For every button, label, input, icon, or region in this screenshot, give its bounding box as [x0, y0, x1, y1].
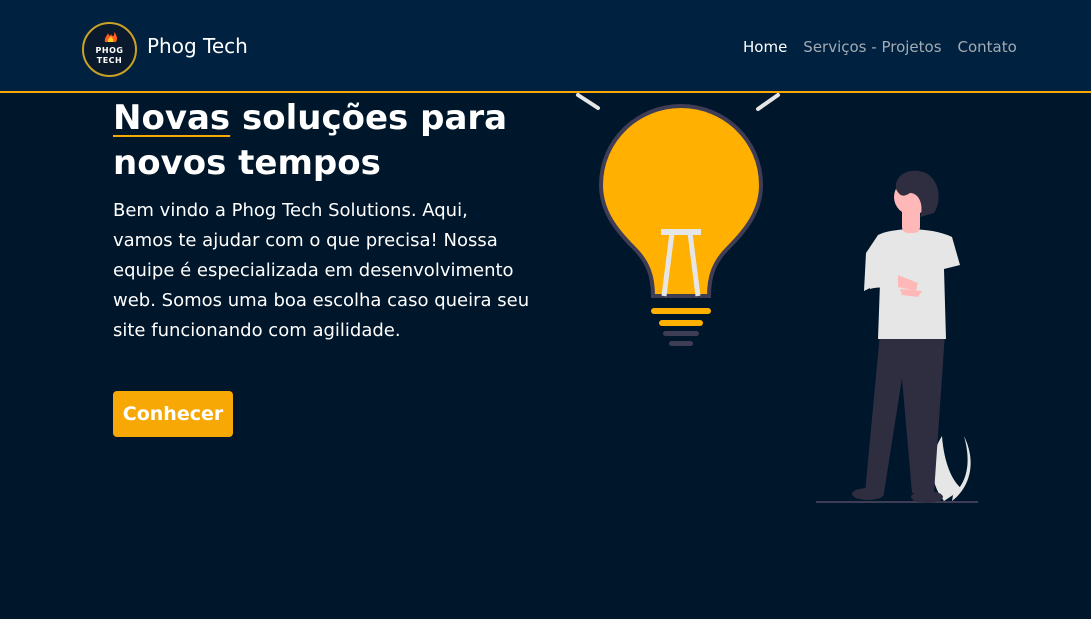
nav-link-servicos-projetos[interactable]: Serviços - Projetos: [803, 38, 941, 56]
plant-illustration: [932, 436, 971, 501]
hero-description: Bem vindo a Phog Tech Solutions. Aqui, v…: [113, 200, 530, 341]
logo[interactable]: PHOG TECH: [82, 22, 137, 77]
hero-illustration: [576, 93, 978, 503]
logo-text: PHOG TECH: [95, 45, 124, 65]
nav-link-contato[interactable]: Contato: [958, 38, 1017, 56]
brand-name[interactable]: Phog Tech: [147, 34, 248, 58]
nav-links: Home Serviços - Projetos Contato: [743, 38, 1017, 56]
flame-icon: [104, 32, 118, 42]
nav-link-home[interactable]: Home: [743, 38, 787, 56]
conhecer-button[interactable]: Conhecer: [113, 391, 233, 437]
navbar: PHOG TECH Phog Tech Home Serviços - Proj…: [0, 0, 1091, 93]
hero-title: Novas soluções para novos tempos: [113, 96, 533, 186]
brand[interactable]: PHOG TECH Phog Tech: [82, 22, 248, 77]
hero-title-highlight: Novas: [113, 98, 231, 138]
lightbulb-illustration: [598, 103, 764, 346]
